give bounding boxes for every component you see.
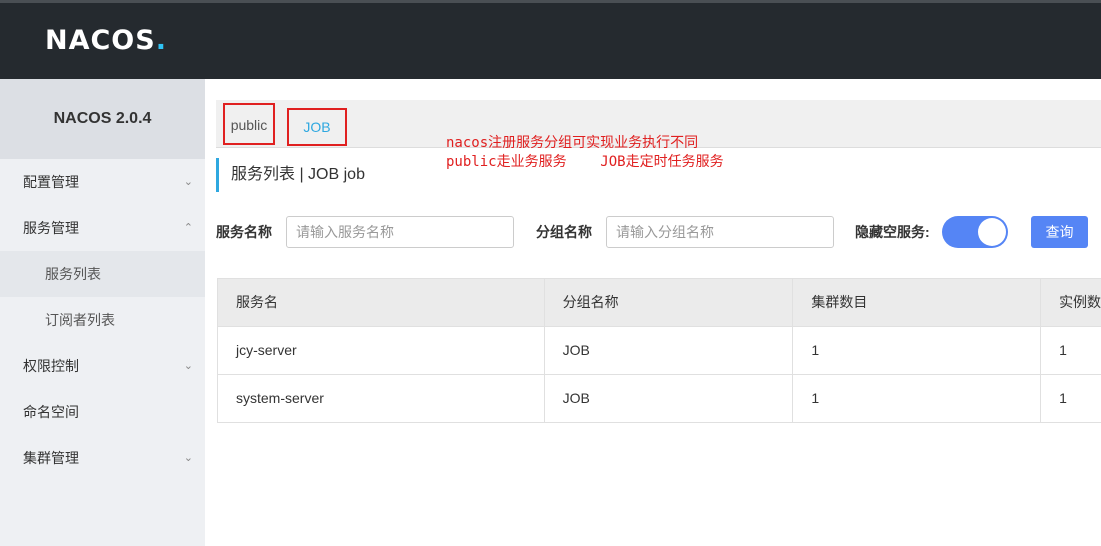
group-name-cell: JOB [545, 327, 794, 374]
chevron-down-icon: ⌄ [183, 452, 193, 464]
sidebar-item-label: 集群管理 [23, 450, 79, 466]
hide-empty-toggle[interactable] [942, 216, 1008, 248]
chevron-down-icon: ⌄ [183, 176, 193, 188]
version-label: NACOS 2.0.4 [0, 79, 205, 159]
sidebar-item-namespace[interactable]: 命名空间 [0, 389, 205, 435]
toggle-knob [978, 218, 1006, 246]
sidebar-item-label: 命名空间 [23, 404, 79, 420]
column-header-group-name[interactable]: 分组名称 [545, 279, 794, 326]
sidebar-item-config-management[interactable]: 配置管理 ⌄ [0, 159, 205, 205]
instance-count-cell: 1 [1059, 342, 1067, 358]
sidebar-item-label: 服务管理 [23, 220, 79, 236]
hide-empty-filter: 隐藏空服务: [855, 216, 930, 248]
group-name-input[interactable]: 请输入分组名称 [606, 216, 834, 248]
top-bar: NACOS. [0, 0, 1101, 79]
group-name-label: 分组名称 [536, 224, 592, 240]
query-button[interactable]: 查询 [1031, 216, 1088, 248]
column-header-instance-count[interactable]: 实例数 [1041, 279, 1101, 326]
page-title: 服务列表 | JOB job [216, 158, 365, 192]
group-name-filter: 分组名称 请输入分组名称 [536, 216, 834, 248]
table-row[interactable]: system-server JOB 1 1 [218, 375, 1101, 423]
namespace-tab-job[interactable]: JOB [287, 108, 347, 146]
instance-count-cell: 1 [1059, 390, 1067, 406]
sidebar-item-service-management[interactable]: 服务管理 ⌃ [0, 205, 205, 251]
chevron-up-icon: ⌃ [183, 222, 193, 234]
table-row[interactable]: jcy-server JOB 1 1 [218, 327, 1101, 375]
sidebar-item-subscriber-list[interactable]: 订阅者列表 [0, 297, 205, 343]
sidebar: NACOS 2.0.4 配置管理 ⌄ 服务管理 ⌃ 服务列表 订阅者列表 权限控… [0, 79, 205, 546]
service-name-cell: jcy-server [218, 327, 545, 374]
logo-dot: . [155, 25, 167, 56]
service-name-filter: 服务名称 请输入服务名称 [216, 216, 514, 248]
service-name-cell: system-server [218, 375, 545, 422]
main-content: public JOB nacos注册服务分组可实现业务执行不同 public走业… [205, 79, 1101, 546]
sidebar-item-cluster-management[interactable]: 集群管理 ⌄ [0, 435, 205, 481]
cluster-count-cell: 1 [793, 327, 1042, 374]
service-table: 服务名 分组名称 集群数目 实例数 jcy-server JOB 1 1 sys… [217, 278, 1101, 423]
sidebar-item-access-control[interactable]: 权限控制 ⌄ [0, 343, 205, 389]
namespace-tab-public[interactable]: public [223, 103, 275, 145]
chevron-down-icon: ⌄ [183, 360, 193, 372]
service-name-label: 服务名称 [216, 224, 272, 240]
service-name-input[interactable]: 请输入服务名称 [286, 216, 514, 248]
annotation-line-2: public走业务服务 JOB走定时任务服务 [446, 154, 724, 170]
nacos-logo[interactable]: NACOS. [45, 25, 167, 56]
cluster-count-cell: 1 [793, 375, 1042, 422]
column-header-service-name[interactable]: 服务名 [218, 279, 545, 326]
logo-text: NACOS [45, 25, 156, 56]
sidebar-item-label: 配置管理 [23, 174, 79, 190]
column-header-cluster-count[interactable]: 集群数目 [793, 279, 1042, 326]
sidebar-item-service-list[interactable]: 服务列表 [0, 251, 205, 297]
sidebar-item-label: 权限控制 [23, 358, 79, 374]
annotation-line-1: nacos注册服务分组可实现业务执行不同 [446, 135, 699, 151]
hide-empty-label: 隐藏空服务: [855, 224, 930, 240]
table-header-row: 服务名 分组名称 集群数目 实例数 [218, 279, 1101, 327]
group-name-cell: JOB [545, 375, 794, 422]
